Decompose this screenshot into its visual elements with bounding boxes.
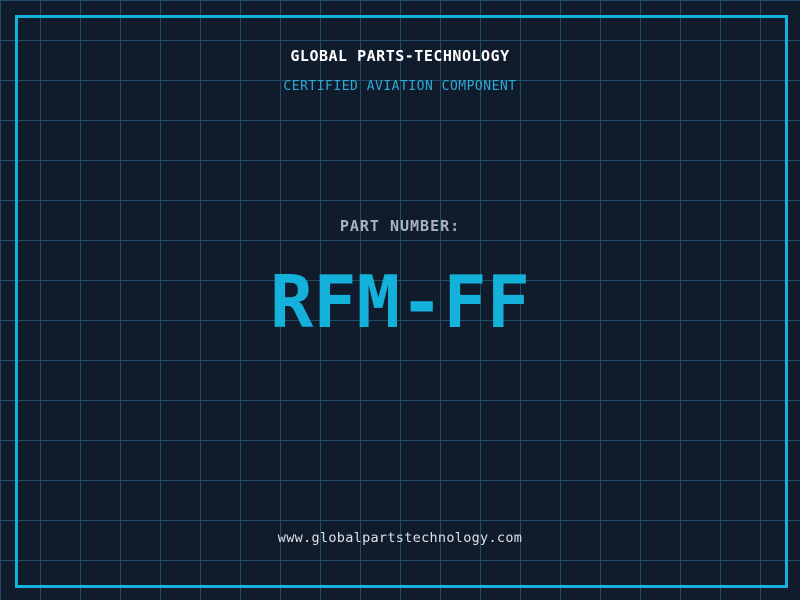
part-certificate-screen: GLOBAL PARTS-TECHNOLOGY CERTIFIED AVIATI… [0,0,800,600]
certified-subtitle: CERTIFIED AVIATION COMPONENT [283,79,517,94]
part-number-label: PART NUMBER: [339,217,461,235]
company-title: GLOBAL PARTS-TECHNOLOGY [290,47,510,65]
website-url: www.globalpartstechnology.com [277,530,523,546]
part-number-value: RFM-FF [269,260,531,344]
